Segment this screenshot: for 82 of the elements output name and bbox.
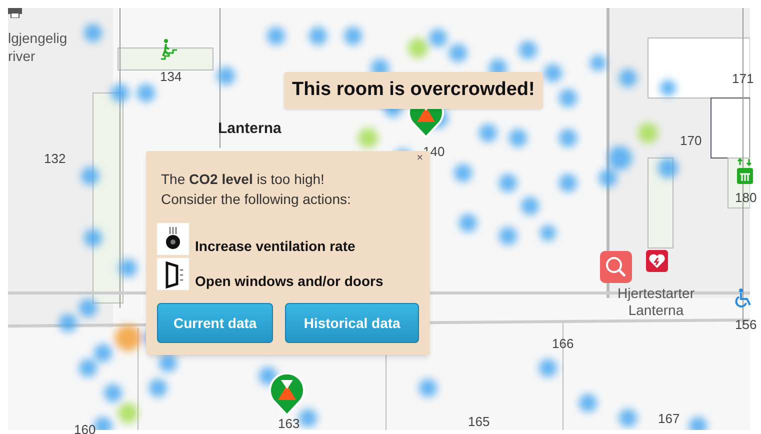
place-label: lgjengelig [8, 30, 68, 47]
heat-spot [479, 124, 497, 142]
map-pin-icon [269, 372, 305, 416]
heat-spot [267, 27, 285, 45]
heat-spot [111, 84, 129, 102]
heat-spot [658, 158, 678, 178]
heat-spot [499, 227, 517, 245]
heat-spot [84, 229, 102, 247]
room-number: 156 [735, 318, 757, 331]
heat-spot [119, 259, 137, 277]
heat-spot [521, 197, 539, 215]
heat-spot [81, 167, 99, 185]
heat-spot [509, 129, 527, 147]
heat-spot [429, 29, 447, 47]
heat-spot [159, 354, 177, 372]
heat-spot [449, 44, 467, 62]
room-number: 132 [44, 152, 66, 165]
heat-spot [540, 225, 556, 241]
room-number: 134 [160, 70, 182, 83]
data-button[interactable]: Historical data [285, 303, 419, 343]
heat-spot [358, 128, 378, 148]
action-text: Increase ventilation rate [195, 239, 356, 253]
message-text: The CO2 level is too high! [160, 170, 326, 189]
heat-spot [309, 27, 327, 45]
heat-spot [454, 164, 472, 182]
place-label: Hjertestarter Lanterna [616, 285, 696, 319]
heat-spot [544, 64, 562, 82]
room-number: 166 [552, 337, 574, 350]
room-number: 171 [732, 72, 754, 85]
heat-spot [94, 344, 112, 362]
action-text: Open windows and/or doors [195, 274, 384, 288]
printer-icon [8, 8, 22, 18]
search-icon [600, 251, 632, 283]
heat-spot [419, 379, 437, 397]
heat-spot [559, 129, 577, 147]
heat-spot [149, 379, 167, 397]
heat-spot [559, 89, 577, 107]
stairs-person-icon [160, 38, 178, 60]
place-label: Lanterna [218, 121, 282, 136]
heat-spot [115, 325, 141, 351]
heat-spot [104, 384, 122, 402]
heat-spot [599, 169, 617, 187]
heat-spot [79, 359, 97, 377]
heat-spot [259, 367, 277, 385]
room-number: 170 [680, 134, 702, 147]
room-number: 165 [468, 415, 490, 428]
tooltip: This room is overcrowded! [284, 72, 543, 108]
heat-spot [579, 394, 597, 412]
heat-spot [559, 174, 577, 192]
heat-spot [638, 123, 658, 143]
heat-spot [519, 41, 537, 59]
heat-spot [689, 417, 707, 430]
heat-spot [459, 214, 477, 232]
heat-spot [660, 80, 676, 96]
heat-spot [344, 27, 362, 45]
data-button[interactable]: Current data [157, 303, 274, 343]
room-number: 160 [74, 423, 96, 434]
heat-spot [499, 174, 517, 192]
fan-icon [157, 223, 189, 255]
room-number: 167 [658, 412, 680, 425]
message-text: Consider the following actions: [160, 190, 352, 209]
door-icon [157, 258, 189, 290]
heat-spot [118, 403, 138, 423]
heat-spot [408, 38, 428, 58]
heat-spot [608, 146, 632, 170]
heat-spot [299, 409, 317, 427]
heat-spot [217, 67, 235, 85]
room-number: 180 [735, 191, 757, 204]
close-button[interactable]: × [416, 153, 423, 164]
heat-spot [94, 417, 112, 430]
heat-spot [619, 409, 637, 427]
heat-spot [590, 55, 606, 71]
heat-spot [84, 24, 102, 42]
heat-spot [59, 314, 77, 332]
heat-spot [619, 69, 637, 87]
heat-spot [539, 359, 557, 377]
heat-spot [79, 299, 97, 317]
room-number: 163 [278, 417, 300, 430]
heat-spot [137, 84, 155, 102]
place-label: river [8, 48, 36, 65]
elevator-icon [735, 158, 755, 186]
heart-defibrillator-icon [646, 250, 668, 272]
